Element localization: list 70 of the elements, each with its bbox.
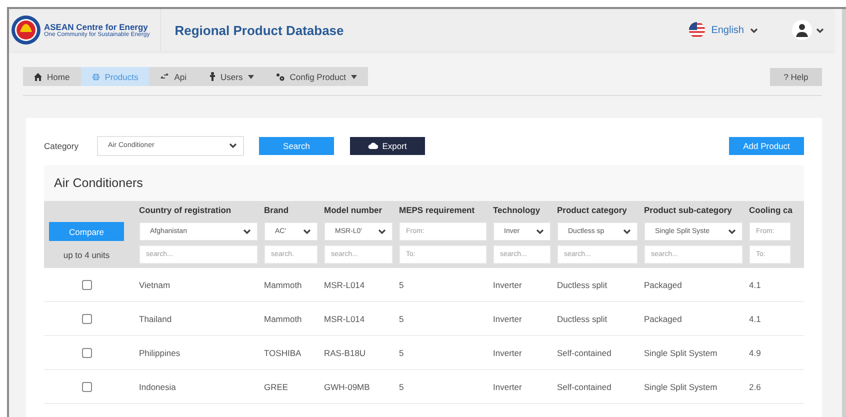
chevron-down-icon <box>816 28 824 32</box>
home-icon <box>34 72 42 80</box>
category-label: Category <box>44 140 80 150</box>
table-cell-text: Ductless split <box>557 314 608 324</box>
column-header: Model number <box>324 205 384 217</box>
table-cell-text: 5 <box>399 280 405 290</box>
table-cell-text: Philippines <box>139 348 182 358</box>
table-cell-text: Inverter <box>493 382 523 392</box>
table-cell-text: Mammoth <box>264 280 303 290</box>
globe-icon <box>92 72 100 80</box>
table-cell-text: Packaged <box>644 314 683 324</box>
column-header: Brand <box>264 205 290 217</box>
table-cell-text: 5 <box>399 348 405 358</box>
chevron-down-icon <box>750 28 758 32</box>
export-button[interactable]: Export <box>350 136 425 154</box>
row-checkbox[interactable] <box>82 280 92 290</box>
column-header: Cooling ca <box>749 205 794 217</box>
flag-icon <box>689 22 706 38</box>
column-header: MEPS requirement <box>399 205 476 217</box>
emblem-logo-icon <box>11 15 41 45</box>
language-selector[interactable]: English <box>711 24 744 36</box>
table-cell-text: Single Split System <box>644 348 718 358</box>
avatar-icon[interactable] <box>792 20 812 40</box>
table-cell-text: Self-contained <box>557 382 612 392</box>
table-title: Air Conditioners <box>54 176 143 190</box>
table-cell-text: 4.1 <box>749 314 762 324</box>
org-name: ASEAN Centre for Energy <box>44 22 148 32</box>
person-icon <box>208 72 216 81</box>
chevron-down-icon <box>728 229 736 234</box>
table-cell-text: GWH-09MB <box>324 382 371 392</box>
table-cell-text: TOSHIBA <box>264 348 302 358</box>
app-title: Regional Product Database <box>174 22 345 38</box>
table-cell-text: 5 <box>399 382 405 392</box>
table-cell-text: MSR-L014 <box>324 280 366 290</box>
table-cell-text: Indonesia <box>139 382 177 392</box>
table-cell-text: GREE <box>264 382 290 392</box>
table-cell-text: Inverter <box>493 314 523 324</box>
table-cell-text: 4.9 <box>749 348 762 358</box>
column-header: Technology <box>493 205 542 217</box>
column-header: Country of registration <box>139 205 232 217</box>
gears-icon <box>276 72 285 80</box>
column-header: Product category <box>557 205 628 217</box>
table-cell-text: 5 <box>399 314 405 324</box>
table-cell-text: RAS-B18U <box>324 348 367 358</box>
chevron-down-icon <box>378 229 386 234</box>
row-checkbox[interactable] <box>82 314 92 324</box>
table-cell-text: Inverter <box>493 280 523 290</box>
table-cell-text: Self-contained <box>557 348 612 358</box>
chevron-down-icon <box>303 229 311 234</box>
compare-note: up to 4 units <box>63 248 110 262</box>
table-cell-text: 4.1 <box>749 280 762 290</box>
arrows-icon <box>160 73 170 80</box>
cloud-icon <box>368 142 378 149</box>
table-cell-text: MSR-L014 <box>324 314 366 324</box>
table-cell-text: Single Split System <box>644 382 718 392</box>
chevron-down-icon <box>623 229 631 234</box>
table-cell-text: Vietnam <box>139 280 172 290</box>
chevron-down-icon <box>229 143 237 148</box>
table-cell-text: Inverter <box>493 348 523 358</box>
table-cell-text: Packaged <box>644 280 683 290</box>
chevron-down-icon <box>536 229 544 234</box>
row-checkbox[interactable] <box>82 348 92 358</box>
table-cell-text: Thailand <box>139 314 173 324</box>
table-cell-text: Ductless split <box>557 280 608 290</box>
table-cell-text: Mammoth <box>264 314 303 324</box>
table-cell-text: 2.6 <box>749 382 762 392</box>
row-checkbox[interactable] <box>82 382 92 392</box>
chevron-down-icon <box>243 229 251 234</box>
help-button[interactable]: ? Help <box>770 68 822 86</box>
column-header: Product sub-category <box>644 205 733 217</box>
